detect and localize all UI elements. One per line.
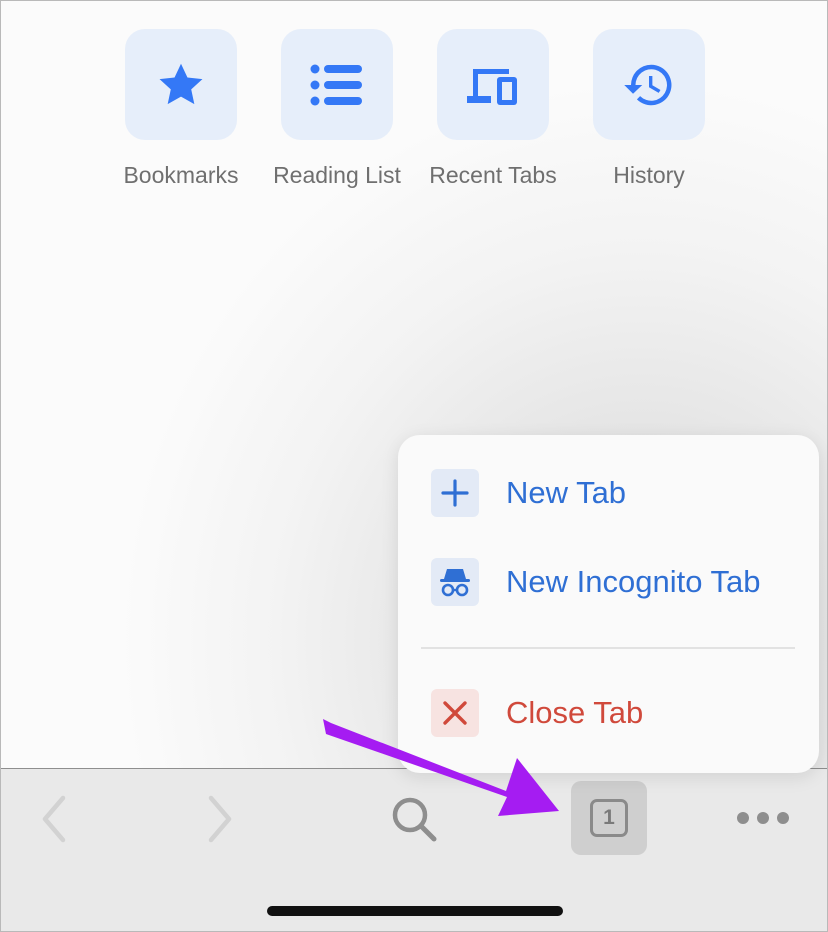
- back-button[interactable]: [31, 791, 77, 847]
- close-icon: [431, 689, 479, 737]
- shortcut-label: History: [613, 162, 685, 188]
- shortcut-label: Recent Tabs: [429, 162, 557, 188]
- tab-context-menu: New Tab New Incognito Tab Close Tab: [398, 435, 819, 773]
- shortcut-reading-list[interactable]: Reading List: [262, 29, 412, 189]
- reading-list-tile[interactable]: [281, 29, 393, 140]
- bookmarks-tile[interactable]: [125, 29, 237, 140]
- devices-icon: [467, 68, 517, 105]
- shortcut-bookmarks[interactable]: Bookmarks: [106, 29, 256, 189]
- recent-tabs-tile[interactable]: [437, 29, 549, 140]
- search-icon: [392, 797, 437, 842]
- browser-screen: Bookmarks Reading List Recent Tabs Histo…: [0, 0, 828, 932]
- plus-icon: [431, 469, 479, 517]
- list-icon: [310, 64, 362, 105]
- menu-item-label: New Incognito Tab: [506, 564, 761, 599]
- chevron-left-icon: [42, 795, 66, 843]
- incognito-icon: [431, 558, 479, 606]
- history-tile[interactable]: [593, 29, 705, 140]
- menu-item-label: Close Tab: [506, 695, 644, 730]
- history-icon: [624, 64, 672, 105]
- shortcut-recent-tabs[interactable]: Recent Tabs: [418, 29, 568, 189]
- shortcut-label: Reading List: [273, 162, 401, 188]
- home-indicator[interactable]: [267, 906, 563, 916]
- forward-button[interactable]: [197, 791, 243, 847]
- tab-switcher-button[interactable]: 1: [571, 781, 647, 855]
- tab-count-badge: 1: [590, 799, 628, 837]
- menu-item-label: New Tab: [506, 475, 627, 510]
- shortcut-history[interactable]: History: [574, 29, 724, 189]
- menu-item-close-tab[interactable]: Close Tab: [431, 689, 643, 737]
- more-dots-icon: [737, 812, 789, 824]
- more-button[interactable]: [733, 801, 793, 835]
- chevron-right-icon: [208, 795, 232, 843]
- menu-divider: [421, 647, 795, 649]
- menu-item-new-incognito-tab[interactable]: New Incognito Tab: [431, 558, 760, 606]
- search-button[interactable]: [386, 791, 442, 847]
- shortcut-label: Bookmarks: [123, 162, 239, 188]
- menu-item-new-tab[interactable]: New Tab: [431, 469, 626, 517]
- star-icon: [159, 63, 203, 104]
